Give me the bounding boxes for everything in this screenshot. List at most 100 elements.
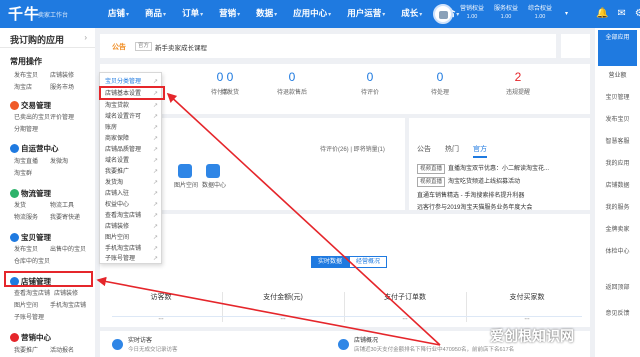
sidebar-link[interactable]: 发布宝贝 bbox=[14, 244, 38, 253]
nav-item-orders[interactable]: 订单▾ bbox=[174, 0, 211, 28]
sidebar: 我订购的应用 › 常用操作 发布宝贝 店铺装修 淘宝店 服务市场 交易管理 已卖出… bbox=[0, 28, 95, 357]
user-stat-marketing[interactable]: 营销权益 1.00 bbox=[460, 5, 484, 21]
side-widget bbox=[561, 34, 590, 58]
tab-announcement[interactable]: 公告 bbox=[417, 144, 431, 158]
sidebar-link[interactable]: 店铺装修 bbox=[50, 70, 74, 79]
sidebar-link[interactable]: 手机淘宝店铺 bbox=[50, 300, 86, 309]
feedback-button[interactable]: 意见反馈 bbox=[598, 310, 637, 318]
sidebar-link[interactable]: 物流工具 bbox=[50, 200, 74, 209]
sidebar-link[interactable]: 评价管理 bbox=[50, 112, 74, 121]
kpi-buyers[interactable]: 支付买家数 -- bbox=[466, 292, 588, 323]
sidebar-link[interactable]: 分期管理 bbox=[14, 124, 38, 133]
sidebar-link[interactable]: 子账号管理 bbox=[14, 312, 44, 321]
rightbar-item[interactable]: 智慧客服 bbox=[598, 138, 637, 146]
highlight-store-management bbox=[4, 271, 93, 287]
sidebar-link[interactable]: 淘宝店 bbox=[14, 82, 32, 91]
dropdown-item[interactable]: 子账号管理 ↗ bbox=[103, 253, 160, 265]
news-item[interactable]: 直通车销售精选 - 手淘搜索排名提升利器 bbox=[417, 190, 524, 199]
sidebar-link[interactable]: 我要寄快递 bbox=[50, 212, 80, 221]
tools-panel-header[interactable]: 待评价(26) | 即将销量(1) bbox=[320, 144, 385, 153]
tab-realtime-data[interactable]: 实时数据 bbox=[311, 256, 350, 268]
tool-icon[interactable] bbox=[178, 164, 192, 178]
sidebar-link[interactable]: 服务市场 bbox=[50, 82, 74, 91]
store-overview-title[interactable]: 店铺概况 bbox=[354, 335, 378, 344]
news-item[interactable]: 视频直播 直播淘宝双节优惠：小二解读淘宝花... bbox=[417, 163, 549, 174]
sidebar-section-marketing[interactable]: 营销中心 bbox=[10, 332, 51, 343]
rightbar-item[interactable]: 金牌卖家 bbox=[598, 226, 637, 234]
realtime-visitors-sub: 今日无成交记录访客 bbox=[128, 347, 178, 353]
sidebar-link[interactable]: 查看淘宝店铺 bbox=[14, 288, 50, 297]
store-overview-icon bbox=[338, 339, 349, 350]
avatar[interactable] bbox=[433, 4, 453, 24]
tab-business-overview[interactable]: 经营概况 bbox=[349, 256, 388, 268]
user-stat-service[interactable]: 服务权益 1.00 bbox=[494, 5, 518, 21]
sidebar-link[interactable]: 活动报名 bbox=[50, 345, 74, 354]
nav-item-goods[interactable]: 商品▾ bbox=[137, 0, 174, 28]
sidebar-link[interactable]: 店铺装修 bbox=[54, 288, 78, 297]
kpi-sub-orders[interactable]: 支付子订单数 -- bbox=[344, 292, 466, 323]
sidebar-link[interactable]: 仓库中的宝贝 bbox=[14, 256, 50, 265]
nav-item-growth[interactable]: 成长▾ bbox=[393, 0, 430, 28]
top-bar: 千牛 卖家工作台 店铺▾ 商品▾ 订单▾ 营销▾ 数据▾ 应用中心▾ 用户运营▾… bbox=[0, 0, 640, 28]
rightbar-item[interactable]: 体检中心 bbox=[598, 248, 637, 256]
tool-icon[interactable] bbox=[206, 164, 220, 178]
sidebar-link[interactable]: 图片空间 bbox=[14, 300, 38, 309]
trend-baseline bbox=[112, 316, 582, 317]
gear-icon[interactable]: ⚙ bbox=[635, 8, 640, 19]
rightbar-item[interactable]: 营业额 bbox=[598, 72, 637, 80]
kpi-payment-amount[interactable]: 支付金额(元) -- bbox=[222, 292, 344, 323]
app-logo[interactable]: 千牛 bbox=[8, 3, 40, 24]
user-stat-overall[interactable]: 综合权益 1.00 bbox=[528, 5, 552, 21]
bell-icon[interactable]: 🔔 bbox=[596, 8, 608, 19]
nav-item-shop[interactable]: 店铺▾ bbox=[100, 0, 137, 28]
sidebar-section-logistics[interactable]: 物流管理 bbox=[10, 188, 51, 199]
tool-label[interactable]: 图片空间 bbox=[174, 180, 198, 189]
tool-label[interactable]: 数据中心 bbox=[202, 180, 226, 189]
data-tabs: 实时数据 经营概况 bbox=[311, 256, 388, 268]
sidebar-link[interactable]: 发货 bbox=[14, 200, 26, 209]
rightbar-item[interactable]: 店铺数据 bbox=[598, 182, 637, 190]
rightbar-item[interactable]: 宝贝管理 bbox=[598, 94, 637, 102]
sidebar-link[interactable]: 淘宝直播 bbox=[14, 156, 38, 165]
stat-item[interactable]: 0 待发货 bbox=[200, 70, 260, 96]
chevron-right-icon[interactable]: › bbox=[84, 33, 87, 42]
back-to-top-button[interactable]: 返回顶部 bbox=[598, 284, 637, 292]
rightbar-item[interactable]: 我的应用 bbox=[598, 160, 637, 168]
main-nav: 店铺▾ 商品▾ 订单▾ 营销▾ 数据▾ 应用中心▾ 用户运营▾ 成长▾ 综合▾ bbox=[100, 0, 467, 28]
sidebar-link[interactable]: 发布宝贝 bbox=[14, 70, 38, 79]
tab-hot[interactable]: 热门 bbox=[445, 144, 459, 158]
notice-link[interactable]: 新手卖家成长课程 bbox=[155, 42, 207, 52]
stats-panel: 0 待付款 0 待发货 0 待退款售后 0 待评价 0 待处理 2 违规提醒 bbox=[100, 64, 590, 114]
highlight-store-settings bbox=[99, 86, 165, 100]
stat-item-warning[interactable]: 2 违规提醒 bbox=[488, 70, 548, 96]
nav-item-data[interactable]: 数据▾ bbox=[248, 0, 285, 28]
sidebar-link[interactable]: 出售中的宝贝 bbox=[50, 244, 86, 253]
notice-badge: 官方 bbox=[135, 42, 153, 51]
sidebar-link[interactable]: 已卖出的宝贝 bbox=[14, 112, 50, 121]
sidebar-link[interactable]: 我要推广 bbox=[14, 345, 38, 354]
sidebar-section-self-ops[interactable]: 自运营中心 bbox=[10, 143, 59, 154]
nav-item-app-center[interactable]: 应用中心▾ bbox=[285, 0, 339, 28]
sidebar-link[interactable]: 发微淘 bbox=[50, 156, 68, 165]
realtime-visitors-title[interactable]: 实时访客 bbox=[128, 335, 152, 344]
all-apps-button[interactable]: 全部应用 bbox=[598, 30, 637, 66]
stat-item[interactable]: 0 待评价 bbox=[340, 70, 400, 96]
sidebar-link[interactable]: 淘宝群 bbox=[14, 168, 32, 177]
stat-item[interactable]: 0 待退款售后 bbox=[262, 70, 322, 96]
sidebar-section-items[interactable]: 宝贝管理 bbox=[10, 232, 51, 243]
announcement-tabs: 公告 热门 官方 bbox=[417, 144, 487, 158]
rightbar-item[interactable]: 发布宝贝 bbox=[598, 116, 637, 124]
stat-item[interactable]: 0 待处理 bbox=[410, 70, 470, 96]
message-icon[interactable]: ✉ bbox=[617, 8, 625, 19]
rightbar-item[interactable]: 我的服务 bbox=[598, 204, 637, 212]
nav-item-user-ops[interactable]: 用户运营▾ bbox=[339, 0, 393, 28]
nav-item-marketing[interactable]: 营销▾ bbox=[211, 0, 248, 28]
announcement-panel: 公告 热门 官方 视频直播 直播淘宝双节优惠：小二解读淘宝花... 视频直播 淘宝吃… bbox=[409, 118, 590, 211]
tab-official[interactable]: 官方 bbox=[473, 144, 487, 158]
kpi-visitors[interactable]: 访客数 -- bbox=[100, 292, 222, 323]
sidebar-link[interactable]: 物流服务 bbox=[14, 212, 38, 221]
news-item[interactable]: 远客行参与2019淘宝天猫服务业务年度大会 bbox=[417, 202, 532, 211]
chevron-down-icon[interactable]: ▾ bbox=[565, 10, 568, 17]
sidebar-section-trade[interactable]: 交易管理 bbox=[10, 100, 51, 111]
news-item[interactable]: 视频直播 淘宝吃货频道上线招募活动 bbox=[417, 176, 520, 187]
